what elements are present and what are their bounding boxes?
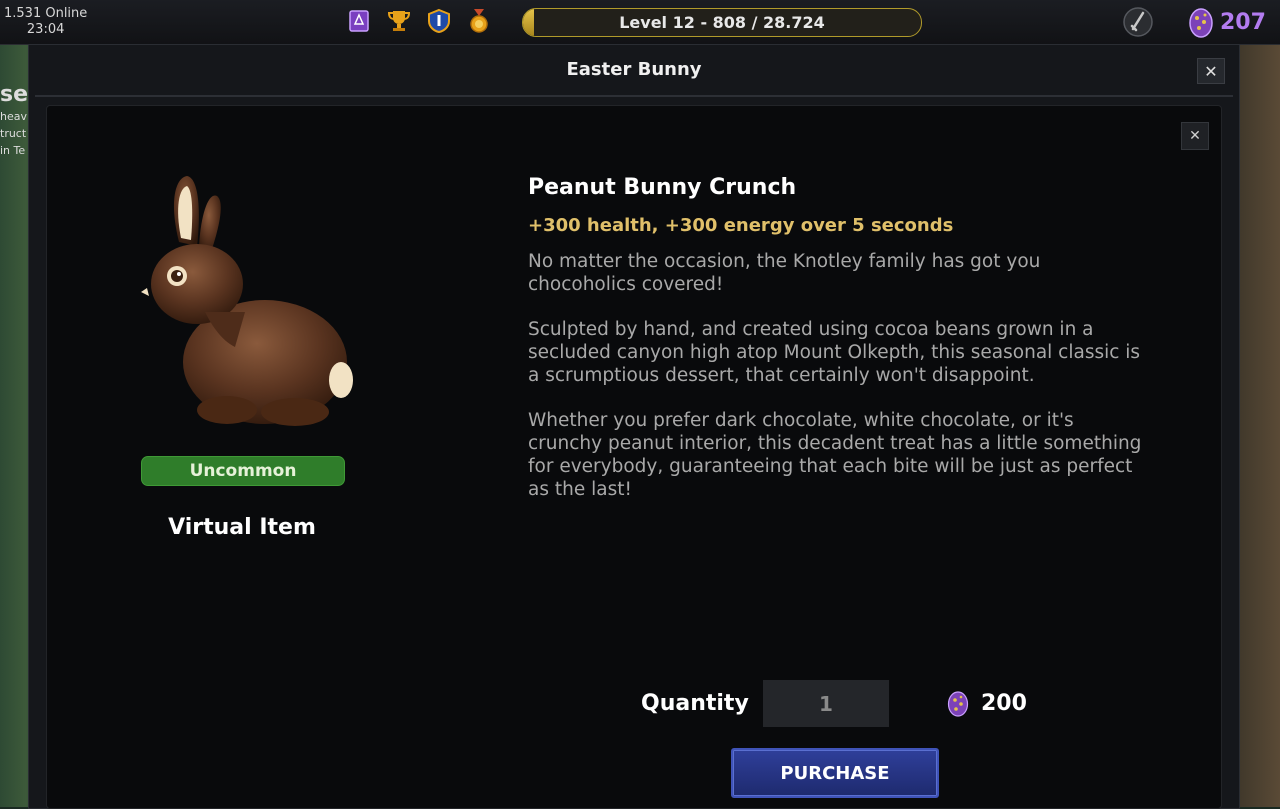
level-progress-fill xyxy=(523,9,535,36)
dialog-close-button[interactable]: ✕ xyxy=(1181,122,1209,150)
online-status: 1.531 Online 23:04 xyxy=(4,6,87,38)
hud-icons xyxy=(346,8,492,34)
rarity-badge: Uncommon xyxy=(141,456,345,486)
bg-fragment: truct xyxy=(0,127,27,140)
quantity-label: Quantity xyxy=(641,691,749,716)
description-paragraph: No matter the occasion, the Knotley fami… xyxy=(528,251,1041,295)
purchase-button[interactable]: PURCHASE xyxy=(731,748,939,798)
bg-fragment: heav xyxy=(0,110,27,123)
easter-egg-icon xyxy=(947,691,969,717)
window-title: Easter Bunny xyxy=(566,59,702,80)
online-count: 1.531 Online xyxy=(4,6,88,21)
level-progress-bar[interactable]: Level 12 - 808 / 28.724 xyxy=(522,8,922,37)
top-hud-bar: 1.531 Online 23:04 Level 12 - 808 / 28.7… xyxy=(0,0,1280,45)
bg-fragment: se xyxy=(0,82,29,107)
item-detail-dialog: ✕ Uncommon Virtual Item Peanut Bunny Cru… xyxy=(46,105,1222,809)
item-type-label: Virtual Item xyxy=(168,515,316,540)
quantity-input[interactable] xyxy=(763,680,889,727)
level-text: Level 12 - 808 / 28.724 xyxy=(619,13,825,32)
combat-sword-icon[interactable] xyxy=(1122,6,1154,38)
medal-icon[interactable] xyxy=(466,8,492,34)
price-display: 200 xyxy=(947,689,1027,717)
window-close-button[interactable]: ✕ xyxy=(1197,58,1225,84)
price-amount: 200 xyxy=(981,690,1027,716)
background-text-fragments: se heav truct in Te xyxy=(0,82,30,159)
bg-fragment: in Te xyxy=(0,144,26,157)
item-description: No matter the occasion, the Knotley fami… xyxy=(528,250,1148,523)
description-paragraph: Sculpted by hand, and created using coco… xyxy=(528,319,1141,386)
item-name: Peanut Bunny Crunch xyxy=(528,175,797,200)
spellbook-icon[interactable] xyxy=(346,8,372,34)
clock: 23:04 xyxy=(26,22,65,37)
easter-egg-icon xyxy=(1189,8,1213,38)
item-effect: +300 health, +300 energy over 5 seconds xyxy=(528,215,954,236)
title-divider xyxy=(35,95,1233,97)
guild-shield-icon[interactable] xyxy=(426,8,452,34)
chocolate-bunny-image xyxy=(141,176,353,426)
egg-currency[interactable]: 207 xyxy=(1188,6,1266,38)
trophy-icon[interactable] xyxy=(386,8,412,34)
description-paragraph: Whether you prefer dark chocolate, white… xyxy=(528,410,1142,500)
currency-amount: 207 xyxy=(1220,9,1266,35)
